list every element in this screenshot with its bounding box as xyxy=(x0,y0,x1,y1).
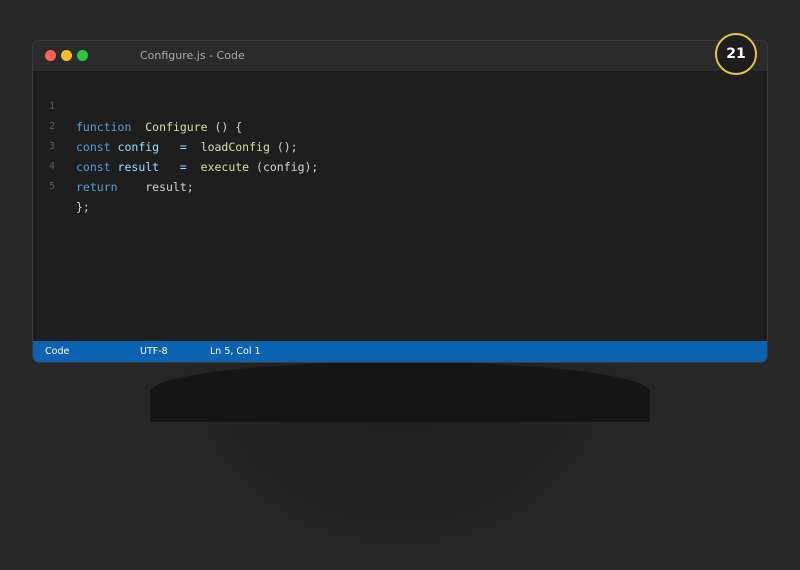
status-encoding[interactable]: UTF-8 xyxy=(140,346,168,357)
status-mode[interactable]: Code xyxy=(45,346,69,357)
plain-token: result; xyxy=(117,180,194,194)
function-token: Configure xyxy=(145,120,208,134)
line-content: return result; xyxy=(76,177,194,197)
function-token: execute xyxy=(200,160,250,174)
number-badge: 21 xyxy=(715,33,757,75)
code-line[interactable]: 2 const config = loadConfig (); xyxy=(33,97,298,154)
background-shadow xyxy=(150,362,650,422)
code-editor[interactable]: 1 function Configure () { 2 const config… xyxy=(33,72,767,341)
window-title: Configure.js - Code xyxy=(140,49,245,62)
keyword-token: function xyxy=(76,120,132,134)
plain-token: () { xyxy=(207,120,243,134)
line-content: function Configure () { xyxy=(76,117,242,137)
code-line[interactable]: 5 }; xyxy=(33,157,90,214)
close-window-button[interactable] xyxy=(45,50,56,61)
function-token: loadConfig xyxy=(200,140,270,154)
editor-window: Configure.js - Code 1 function Configure… xyxy=(32,40,768,363)
plain-token: (); xyxy=(269,140,298,154)
status-cursor-position[interactable]: Ln 5, Col 1 xyxy=(210,346,261,357)
plain-token: config = xyxy=(110,140,201,154)
maximize-window-button[interactable] xyxy=(77,50,88,61)
keyword-token: const xyxy=(76,140,111,154)
title-bar: Configure.js - Code xyxy=(33,41,767,72)
line-content: }; xyxy=(76,197,90,217)
plain-token: result = xyxy=(110,160,201,174)
line-content: const result = execute (config); xyxy=(76,157,318,177)
line-content: const config = loadConfig (); xyxy=(76,137,298,157)
keyword-token: const xyxy=(76,160,111,174)
code-line[interactable]: 3 const result = execute (config); xyxy=(33,117,318,174)
line-number: 5 xyxy=(49,181,56,192)
code-line[interactable]: 1 function Configure () { xyxy=(33,77,242,134)
keyword-token: return xyxy=(76,180,118,194)
plain-token: }; xyxy=(76,200,90,214)
status-bar: Code UTF-8 Ln 5, Col 1 xyxy=(33,341,767,362)
minimize-window-button[interactable] xyxy=(61,50,72,61)
code-line[interactable]: 4 return result; xyxy=(33,137,194,194)
plain-token: (config); xyxy=(249,160,319,174)
